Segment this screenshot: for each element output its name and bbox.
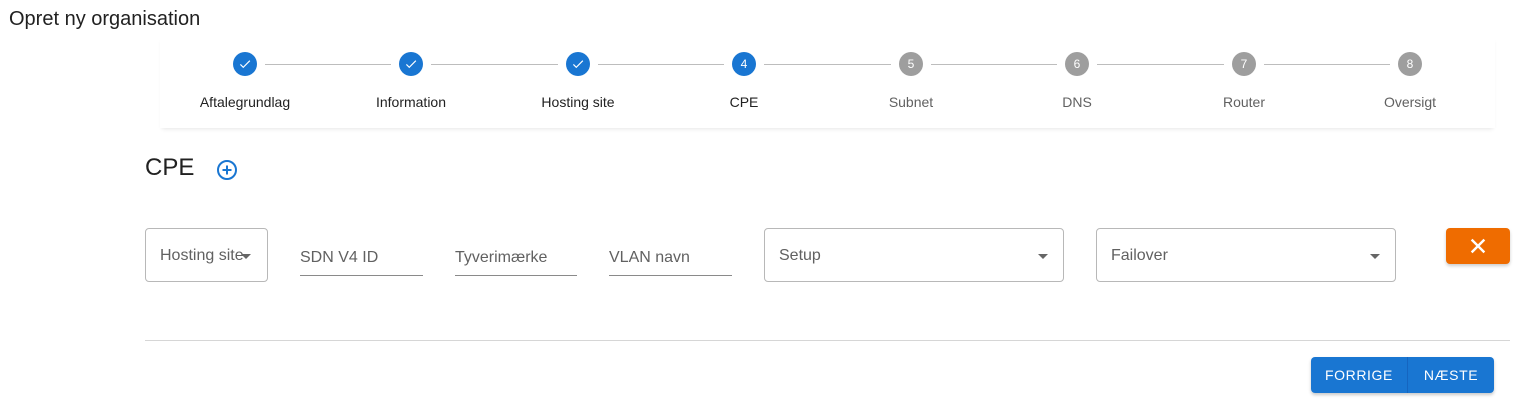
hosting-site-select[interactable]: Hosting site <box>145 228 268 282</box>
step-aftalegrundlag[interactable]: Aftalegrundlag <box>165 52 325 110</box>
step-label: Router <box>1222 94 1266 110</box>
step-hosting-site[interactable]: Hosting site <box>498 52 658 110</box>
step-label: Oversigt <box>1383 94 1437 110</box>
step-number: 8 <box>1398 52 1422 76</box>
dropdown-arrow-icon <box>1370 254 1380 259</box>
step-number: 6 <box>1065 52 1089 76</box>
next-button[interactable]: NÆSTE <box>1408 357 1494 393</box>
previous-button[interactable]: FORRIGE <box>1311 357 1408 393</box>
vlan-navn-placeholder: VLAN navn <box>609 249 690 266</box>
page-title: Opret ny organisation <box>9 8 201 30</box>
check-icon <box>566 52 590 76</box>
step-label: Subnet <box>888 94 934 110</box>
dropdown-arrow-icon <box>241 254 251 259</box>
step-label: Hosting site <box>541 94 615 110</box>
navigation-buttons: FORRIGE NÆSTE <box>1311 357 1494 393</box>
tyverimaerke-input[interactable]: Tyverimærke <box>455 246 577 276</box>
add-circle-outline-icon <box>217 160 237 180</box>
dropdown-arrow-icon <box>1038 254 1048 259</box>
check-icon <box>399 52 423 76</box>
step-cpe[interactable]: 4 CPE <box>664 52 824 110</box>
divider <box>145 340 1510 341</box>
setup-select[interactable]: Setup <box>764 228 1064 282</box>
step-number: 4 <box>732 52 756 76</box>
step-label: CPE <box>729 94 759 110</box>
setup-label: Setup <box>779 247 821 264</box>
sdn-v4-id-input[interactable]: SDN V4 ID <box>300 246 423 276</box>
check-icon <box>233 52 257 76</box>
step-oversigt[interactable]: 8 Oversigt <box>1330 52 1490 110</box>
stepper: Aftalegrundlag Information Hosting site … <box>160 36 1495 128</box>
step-router[interactable]: 7 Router <box>1164 52 1324 110</box>
step-label: Information <box>375 94 447 110</box>
close-icon <box>1470 238 1486 254</box>
step-label: DNS <box>1062 94 1092 110</box>
failover-label: Failover <box>1111 247 1168 264</box>
vlan-navn-input[interactable]: VLAN navn <box>609 246 732 276</box>
step-subnet[interactable]: 5 Subnet <box>831 52 991 110</box>
add-cpe-button[interactable] <box>215 158 239 182</box>
step-label: Aftalegrundlag <box>199 94 291 110</box>
step-dns[interactable]: 6 DNS <box>997 52 1157 110</box>
hosting-site-label: Hosting site <box>160 247 244 264</box>
step-number: 5 <box>899 52 923 76</box>
section-title: CPE <box>145 154 195 181</box>
remove-cpe-button[interactable] <box>1446 228 1510 264</box>
step-number: 7 <box>1232 52 1256 76</box>
tyverimaerke-placeholder: Tyverimærke <box>455 249 548 266</box>
step-information[interactable]: Information <box>331 52 491 110</box>
sdn-v4-id-placeholder: SDN V4 ID <box>300 249 379 266</box>
failover-select[interactable]: Failover <box>1096 228 1396 282</box>
